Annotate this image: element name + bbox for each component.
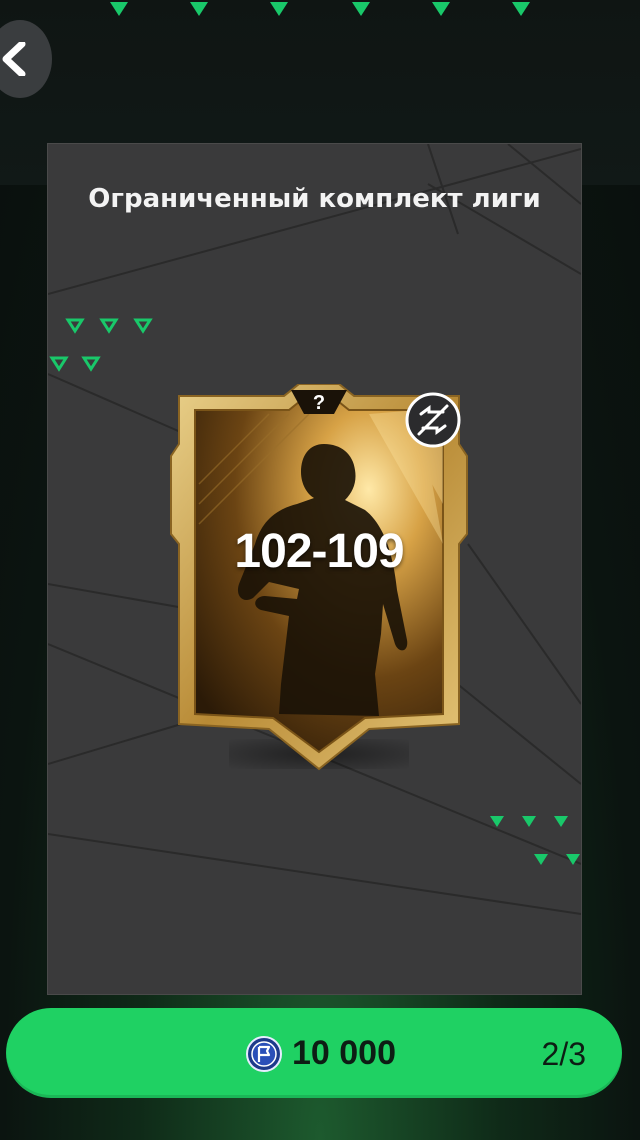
top-triangle-row [110, 2, 530, 16]
pack-title: Ограниченный комплект лиги [88, 184, 541, 214]
untradeable-icon [405, 392, 461, 448]
decor-triangles-right [490, 816, 580, 865]
pack-price: 10 000 [292, 1034, 396, 1072]
buy-pack-button[interactable]: 10 000 2/3 [6, 1008, 622, 1098]
decor-triangles-left [49, 318, 153, 372]
pack-panel[interactable]: Ограниченный комплект лиги ? 102-109 [47, 143, 582, 995]
player-card[interactable]: ? 102-109 [169, 384, 469, 784]
coin-icon [246, 1036, 282, 1072]
chevron-left-icon [2, 42, 26, 76]
rating-range: 102-109 [234, 525, 404, 578]
card-mystery-symbol: ? [312, 392, 326, 414]
purchase-count: 2/3 [541, 1036, 586, 1072]
